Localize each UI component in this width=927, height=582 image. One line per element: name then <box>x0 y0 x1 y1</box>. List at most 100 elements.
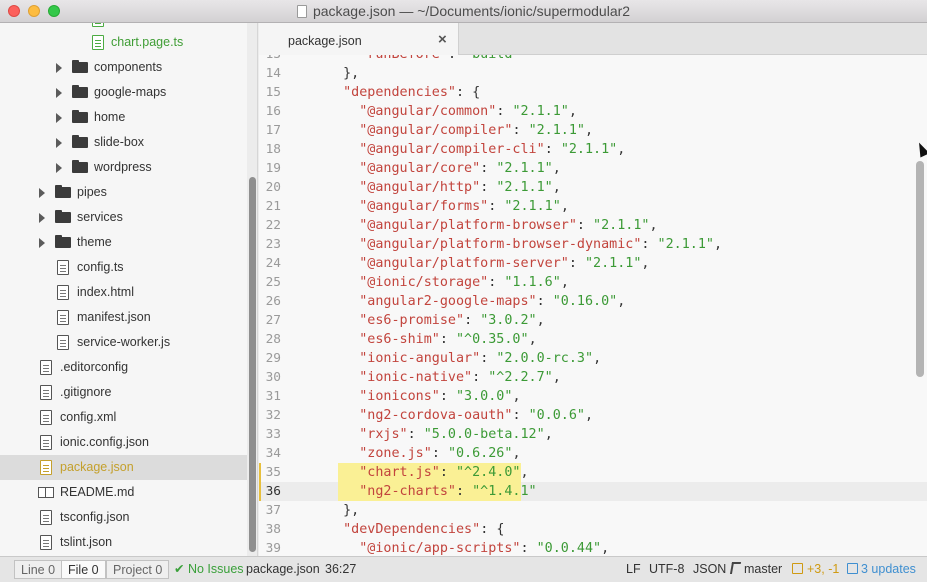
line-ending[interactable]: LF <box>626 557 641 581</box>
code-token-sep: : <box>464 313 481 328</box>
code-line[interactable]: 18 "@angular/compiler-cli": "2.1.1", <box>259 140 927 159</box>
code-editor[interactable]: 13 "runBefore": "build"14 },15 "dependen… <box>259 55 927 556</box>
code-token-val: "2.1.1" <box>496 161 553 176</box>
code-text: "ionic-native": "^2.2.7", <box>327 368 561 387</box>
chevron-right-icon[interactable] <box>39 188 45 198</box>
code-line[interactable]: 28 "es6-shim": "^0.35.0", <box>259 330 927 349</box>
code-line[interactable]: 21 "@angular/forms": "2.1.1", <box>259 197 927 216</box>
code-line[interactable]: 25 "@ionic/storage": "1.1.6", <box>259 273 927 292</box>
code-line[interactable]: 29 "ionic-angular": "2.0.0-rc.3", <box>259 349 927 368</box>
folder-icon <box>72 135 88 148</box>
code-token-indent <box>327 408 359 423</box>
tree-file-tsconfig-json[interactable]: tsconfig.json <box>0 505 247 530</box>
code-line[interactable]: 24 "@angular/platform-server": "2.1.1", <box>259 254 927 273</box>
git-diff-status[interactable]: +3, -1 <box>792 557 839 581</box>
code-line[interactable]: 14 }, <box>259 64 927 83</box>
line-number: 26 <box>265 294 281 309</box>
code-token-end: , <box>568 104 577 119</box>
tree-file-config-xml[interactable]: config.xml <box>0 405 247 430</box>
editor-scrollbar-thumb[interactable] <box>916 161 924 377</box>
tree-file-readme-md[interactable]: README.md <box>0 480 247 505</box>
code-token-key: "ionic-native" <box>359 370 473 385</box>
cursor-position[interactable]: 36:27 <box>325 557 356 581</box>
tree-folder-slide-box[interactable]: slide-box <box>0 130 247 155</box>
tree-file-gitignore[interactable]: .gitignore <box>0 380 247 405</box>
line-number: 19 <box>265 161 281 176</box>
code-line[interactable]: 38 "devDependencies": { <box>259 520 927 539</box>
code-token-indent <box>327 351 359 366</box>
code-line[interactable]: 13 "runBefore": "build" <box>259 55 927 64</box>
code-line[interactable]: 35 "chart.js": "^2.4.0", <box>259 463 927 482</box>
code-line[interactable]: 26 "angular2-google-maps": "0.16.0", <box>259 292 927 311</box>
tree-folder-services[interactable]: services <box>0 205 247 230</box>
issues-status[interactable]: ✔ No Issues <box>174 557 244 581</box>
code-line[interactable]: 16 "@angular/common": "2.1.1", <box>259 102 927 121</box>
tree-file-config-ts[interactable]: config.ts <box>0 255 247 280</box>
tree-folder-components[interactable]: components <box>0 55 247 80</box>
tree-item-label: README.md <box>60 485 135 499</box>
tree-file-index-html[interactable]: index.html <box>0 280 247 305</box>
tree-file-editorconfig[interactable]: .editorconfig <box>0 355 247 380</box>
chevron-right-icon[interactable] <box>39 213 45 223</box>
tree-folder-wordpress[interactable]: wordpress <box>0 155 247 180</box>
code-token-key: "@angular/core" <box>359 161 481 176</box>
code-line[interactable]: 37 }, <box>259 501 927 520</box>
code-line[interactable]: 36 "ng2-charts": "^1.4.1" <box>259 482 927 501</box>
code-line[interactable]: 31 "ionicons": "3.0.0", <box>259 387 927 406</box>
tree-folder-google-maps[interactable]: google-maps <box>0 80 247 105</box>
file-icon <box>40 510 52 525</box>
code-token-val: "2.0.0-rc.3" <box>496 351 594 366</box>
tree-file-package-json[interactable]: package.json <box>0 455 247 480</box>
line-number: 30 <box>265 370 281 385</box>
package-updates[interactable]: 3 updates <box>847 557 916 581</box>
code-token-end: , <box>560 199 569 214</box>
linter-line-scope-button[interactable]: Line 0 <box>14 560 63 579</box>
tab-package-json[interactable]: package.json × <box>259 23 459 55</box>
chevron-right-icon[interactable] <box>56 63 62 73</box>
chevron-right-icon[interactable] <box>56 163 62 173</box>
code-text: "@angular/platform-browser": "2.1.1", <box>327 216 657 235</box>
code-token-sep: : <box>431 446 448 461</box>
code-token-val: "0.0.44" <box>536 541 602 556</box>
chevron-right-icon[interactable] <box>56 88 62 98</box>
tree-item-chart-page-ts[interactable]: chart.page.ts <box>0 30 247 55</box>
chevron-right-icon[interactable] <box>56 138 62 148</box>
status-filename[interactable]: package.json <box>246 557 320 581</box>
tree-folder-pipes[interactable]: pipes <box>0 180 247 205</box>
code-text: "runBefore": "build" <box>327 55 520 64</box>
code-line[interactable]: 15 "dependencies": { <box>259 83 927 102</box>
chevron-right-icon[interactable] <box>39 238 45 248</box>
close-tab-icon[interactable]: × <box>438 32 447 47</box>
code-line[interactable]: 22 "@angular/platform-browser": "2.1.1", <box>259 216 927 235</box>
tree-folder-home[interactable]: home <box>0 105 247 130</box>
grammar-selector[interactable]: JSON <box>693 557 726 581</box>
code-line[interactable]: 27 "es6-promise": "3.0.2", <box>259 311 927 330</box>
code-line[interactable]: 23 "@angular/platform-browser-dynamic": … <box>259 235 927 254</box>
code-line[interactable]: 17 "@angular/compiler": "2.1.1", <box>259 121 927 140</box>
tree-file-manifest-json[interactable]: manifest.json <box>0 305 247 330</box>
book-icon <box>38 487 54 498</box>
tree-file-ionic-config-json[interactable]: ionic.config.json <box>0 430 247 455</box>
linter-file-scope-button[interactable]: File 0 <box>61 560 106 579</box>
code-line[interactable]: 34 "zone.js": "0.6.26", <box>259 444 927 463</box>
code-line[interactable]: 20 "@angular/http": "2.1.1", <box>259 178 927 197</box>
code-text: "chart.js": "^2.4.0", <box>327 463 528 482</box>
tree-folder-theme[interactable]: theme <box>0 230 247 255</box>
code-line[interactable]: 33 "rxjs": "5.0.0-beta.12", <box>259 425 927 444</box>
linter-project-scope-button[interactable]: Project 0 <box>106 560 170 579</box>
code-line[interactable]: 39 "@ionic/app-scripts": "0.0.44", <box>259 539 927 556</box>
chevron-right-icon[interactable] <box>56 113 62 123</box>
code-line[interactable]: 32 "ng2-cordova-oauth": "0.0.6", <box>259 406 927 425</box>
code-token-sep: : <box>568 256 585 271</box>
tree-file-service-worker-js[interactable]: service-worker.js <box>0 330 247 355</box>
code-text: "ng2-cordova-oauth": "0.0.6", <box>327 406 593 425</box>
file-encoding[interactable]: UTF-8 <box>649 557 684 581</box>
git-branch[interactable]: master <box>729 557 782 581</box>
tree-file-tslint-json[interactable]: tslint.json <box>0 530 247 555</box>
sidebar-scrollbar-thumb[interactable] <box>249 177 256 552</box>
code-token-indent <box>327 446 359 461</box>
code-line[interactable]: 30 "ionic-native": "^2.2.7", <box>259 368 927 387</box>
code-line[interactable]: 19 "@angular/core": "2.1.1", <box>259 159 927 178</box>
code-token-val: "^2.2.7" <box>488 370 553 385</box>
code-token-key: "rxjs" <box>359 427 408 442</box>
